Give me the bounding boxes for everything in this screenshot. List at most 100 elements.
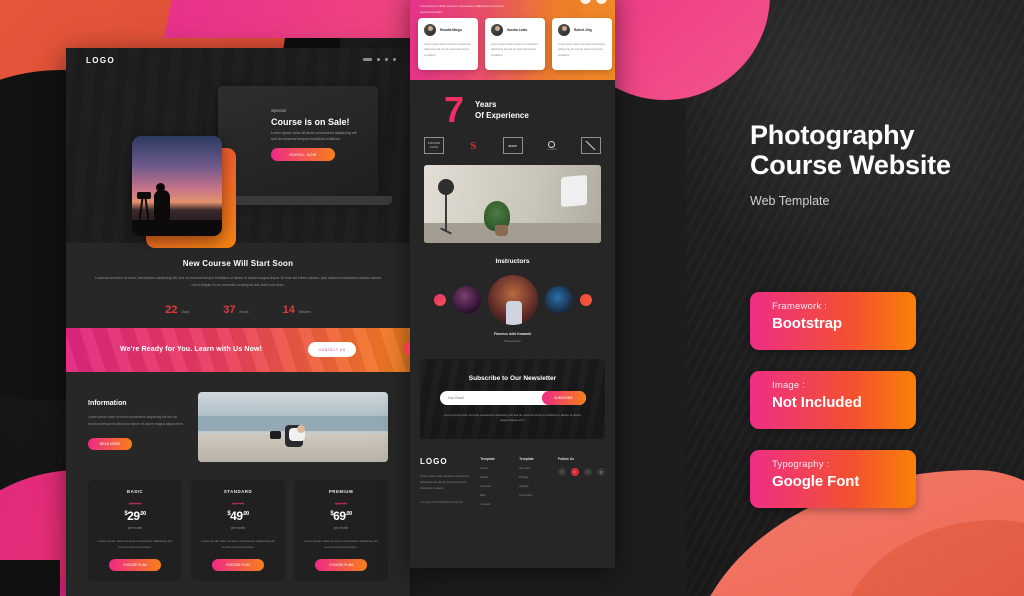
hero-headline: Course is on Sale! [271,117,350,127]
page-title-line1: Photography [750,120,915,150]
brand-coffee-cafe-icon: COFFEE CAFE [424,137,444,155]
spec-card-value: Not Included [772,394,862,411]
facebook-icon[interactable]: f [558,468,567,477]
studio-photo [424,165,601,244]
testimonial-body: Lorem ipsum dolor sit amet consectetur a… [558,43,606,57]
carousel-next-icon[interactable]: › [596,0,607,4]
spec-card-image: Image : Not Included [750,371,916,429]
experience-label-line2: Of Experience [475,111,529,121]
information-text-block: Information Lorem ipsum dolor sit amet c… [88,392,184,462]
nav-dot-icon [377,58,380,61]
pricing-card[interactable]: STANDARD $69.00 $49.00 per month Lorem i… [191,479,285,581]
spec-card-key: Framework : [772,301,827,312]
pricing-card[interactable]: PREMIUM $89.00 $69.00 per month Lorem ip… [294,479,388,581]
pinterest-icon[interactable]: p [597,468,606,477]
footer-link-column-2: Template Services Pricing Gallery Instru… [519,457,548,506]
countdown-value: 37 [223,303,236,316]
mid-website-mockup: Testimonials Lorem ipsum dolor sit amet … [410,0,615,568]
brand-ring-circle-icon: SOLARIS [542,137,562,154]
newsletter-subscribe-button[interactable]: SUBSCRIBE [541,390,586,405]
left-website-mockup: LOGO Special Course is on Sale! Lorem ip… [66,48,410,596]
information-section: Information Lorem ipsum dolor sit amet c… [66,372,410,476]
footer-link-column-1: Template Home About Courses Blog Contact [480,457,509,506]
testimonial-header: Sandra Lubis [491,24,539,36]
pricing-amount: $29.00 [96,509,174,523]
footer-link[interactable]: Blog [480,493,509,497]
information-photo [198,391,388,462]
twitter-icon[interactable]: t [571,468,580,477]
footer-link[interactable]: Home [480,466,509,470]
spec-card-value: Bootstrap [772,315,842,332]
pricing-tier-name: BASIC [126,488,144,494]
pricing-tier-name: PREMIUM [328,488,354,494]
pricing-cents: .00 [139,510,147,517]
information-paragraph: Lorem ipsum dolor sit amet consectetur a… [88,414,184,426]
countdown-unit: 37 Hours [223,300,248,318]
footer-social-column: Follow Us f t i p [558,457,606,506]
social-icon-row: f t i p [558,468,606,477]
spec-card-typography: Typography : Google Font [750,450,916,508]
footer-about-text: Lorem ipsum dolor sit amet consectetur a… [420,474,469,491]
countdown-units: 22 Days 37 Hours 14 Minutes [94,300,382,318]
instructor-avatar-small[interactable] [544,286,573,315]
site-logo[interactable]: LOGO [86,56,115,65]
testimonial-name: Robert Jing [574,28,592,32]
avatar [491,24,503,36]
footer-link[interactable]: Courses [480,484,509,488]
cta-banner: We're Ready for You. Learn with Us Now! … [66,327,410,372]
camera-icon [270,430,282,439]
newsletter-form: SUBSCRIBE [439,390,586,405]
brand-logo-row: COFFEE CAFE S SHOP SOLARIS [410,126,615,155]
newsletter-email-input[interactable] [439,395,542,400]
footer-section: LOGO Lorem ipsum dolor sit amet consecte… [410,439,615,506]
footer-link[interactable]: Instructors [519,493,548,497]
newsletter-section: Subscribe to Our Newsletter SUBSCRIBE Lo… [420,359,605,440]
photo-ground [132,220,222,236]
footer-link[interactable]: Pricing [519,475,548,479]
carousel-dot-right[interactable] [579,294,592,307]
hero-kicker: Special [271,108,286,113]
instructor-avatar-featured[interactable] [487,275,538,326]
pricing-description: Lorem ipsum dolor sit amet consectetur a… [98,538,172,549]
hero-paragraph: Lorem ipsum dolor sit amet consectetur a… [271,131,357,142]
footer-link[interactable]: About [480,475,509,479]
countdown-value: 22 [165,303,178,316]
countdown-label: Days [181,309,190,314]
spec-card-list: Framework : Bootstrap Image : Not Includ… [750,292,916,529]
footer-link[interactable]: Contact [480,502,509,506]
footer-link[interactable]: Services [519,466,548,470]
brand-shop-square-icon: SHOP [502,137,523,155]
carousel-dot-left[interactable] [433,294,446,307]
hero-section: LOGO Special Course is on Sale! Lorem ip… [66,48,410,248]
testimonials-section: Testimonials Lorem ipsum dolor sit amet … [410,0,615,80]
information-read-more-button[interactable]: READ MORE [88,438,132,451]
footer-link[interactable]: Gallery [519,484,548,488]
testimonial-card: Rosalia Margo Lorem ipsum dolor sit amet… [418,18,478,70]
pricing-tier-name: STANDARD [223,488,253,494]
countdown-section: New Course Will Start Soon Lorem ipsum d… [66,243,410,328]
carousel-prev-icon[interactable]: ‹ [580,0,591,4]
pricing-choose-button[interactable]: CHOOSE PLAN [212,559,264,571]
testimonial-body: Lorem ipsum dolor sit amet consectetur a… [491,43,539,57]
experience-section: 7 Years Of Experience [410,80,615,130]
footer-copyright: Copyright 2021 All Rights Reserved [420,500,463,504]
testimonial-card: Sandra Lubis Lorem ipsum dolor sit amet … [485,18,545,70]
newsletter-note: Lorem ipsum dolor sit amet consectetur a… [444,412,581,423]
footer-logo[interactable]: LOGO [420,457,470,466]
pricing-period: per month [127,525,143,530]
nav-menu-icon[interactable] [363,58,396,61]
hero-photographer-photo [132,136,222,236]
decor-red-dot [403,341,410,355]
instagram-icon[interactable]: i [584,468,593,477]
hero-enroll-button[interactable]: ENROLL NOW [271,148,335,161]
pricing-choose-button[interactable]: CHOOSE PLAN [109,559,161,571]
pricing-amount: $69.00 [302,509,380,523]
brand-ring-label: SOLARIS [547,148,557,151]
experience-number: 7 [444,89,465,130]
testimonial-name: Rosalia Margo [440,28,462,32]
pricing-choose-button[interactable]: CHOOSE PLAN [315,559,367,571]
pricing-card[interactable]: BASIC $49.00 $29.00 per month Lorem ipsu… [88,479,182,581]
cta-contact-button[interactable]: CONTACT US [308,342,357,358]
countdown-unit: 22 Days [165,300,189,318]
instructor-avatar-small[interactable] [452,286,481,315]
